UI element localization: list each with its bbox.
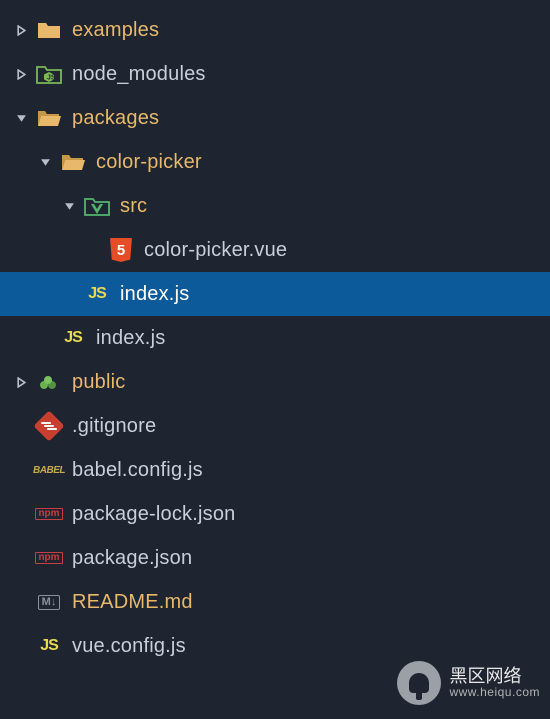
tree-item-index-js-selected[interactable]: JS index.js xyxy=(0,272,550,316)
js-icon: JS xyxy=(60,325,86,351)
tree-item-readme[interactable]: M↓ README.md xyxy=(0,580,550,624)
html5-icon: 5 xyxy=(108,237,134,263)
tree-item-label: node_modules xyxy=(72,63,206,86)
npm-icon: npm xyxy=(36,501,62,527)
tree-item-color-picker-vue[interactable]: 5 color-picker.vue xyxy=(0,228,550,272)
watermark-logo-icon xyxy=(397,661,441,705)
tree-item-label: color-picker.vue xyxy=(144,239,287,262)
tree-item-label: README.md xyxy=(72,591,193,614)
tree-item-package-lock[interactable]: npm package-lock.json xyxy=(0,492,550,536)
tree-item-label: package-lock.json xyxy=(72,503,236,526)
tree-item-src[interactable]: src xyxy=(0,184,550,228)
tree-item-package-json[interactable]: npm package.json xyxy=(0,536,550,580)
tree-item-examples[interactable]: examples xyxy=(0,8,550,52)
folder-open-icon xyxy=(36,105,62,131)
tree-item-label: vue.config.js xyxy=(72,635,186,658)
tree-item-public[interactable]: public xyxy=(0,360,550,404)
tree-item-label: .gitignore xyxy=(72,415,156,438)
tree-item-label: babel.config.js xyxy=(72,459,203,482)
chevron-right-icon xyxy=(12,65,30,83)
npm-icon: npm xyxy=(36,545,62,571)
chevron-right-icon xyxy=(12,21,30,39)
tree-item-label: src xyxy=(120,195,147,218)
folder-open-icon xyxy=(60,149,86,175)
tree-item-label: index.js xyxy=(96,327,165,350)
tree-item-gitignore[interactable]: .gitignore xyxy=(0,404,550,448)
git-icon xyxy=(36,413,62,439)
tree-item-babel-config[interactable]: BABEL babel.config.js xyxy=(0,448,550,492)
vue-folder-icon xyxy=(84,193,110,219)
watermark-title: 黑区网络 xyxy=(449,667,540,687)
tree-item-label: public xyxy=(72,371,125,394)
js-icon: JS xyxy=(84,281,110,307)
tree-item-color-picker[interactable]: color-picker xyxy=(0,140,550,184)
folder-icon xyxy=(36,17,62,43)
chevron-down-icon xyxy=(12,109,30,127)
tree-item-label: package.json xyxy=(72,547,192,570)
tree-item-label: packages xyxy=(72,107,159,130)
tree-item-index-js[interactable]: JS index.js xyxy=(0,316,550,360)
js-icon: JS xyxy=(36,633,62,659)
tree-item-packages[interactable]: packages xyxy=(0,96,550,140)
chevron-down-icon xyxy=(60,197,78,215)
svg-text:JS: JS xyxy=(47,75,56,82)
babel-icon: BABEL xyxy=(36,457,62,483)
markdown-icon: M↓ xyxy=(36,589,62,615)
public-folder-icon xyxy=(36,369,62,395)
watermark: 黑区网络 www.heiqu.com xyxy=(397,661,540,705)
tree-item-label: examples xyxy=(72,19,159,42)
tree-item-label: color-picker xyxy=(96,151,202,174)
chevron-down-icon xyxy=(36,153,54,171)
tree-item-node-modules[interactable]: JS node_modules xyxy=(0,52,550,96)
node-folder-icon: JS xyxy=(36,61,62,87)
chevron-right-icon xyxy=(12,373,30,391)
watermark-url: www.heiqu.com xyxy=(449,686,540,699)
tree-item-label: index.js xyxy=(120,283,189,306)
file-tree: examples JS node_modules packages color-… xyxy=(0,0,550,668)
